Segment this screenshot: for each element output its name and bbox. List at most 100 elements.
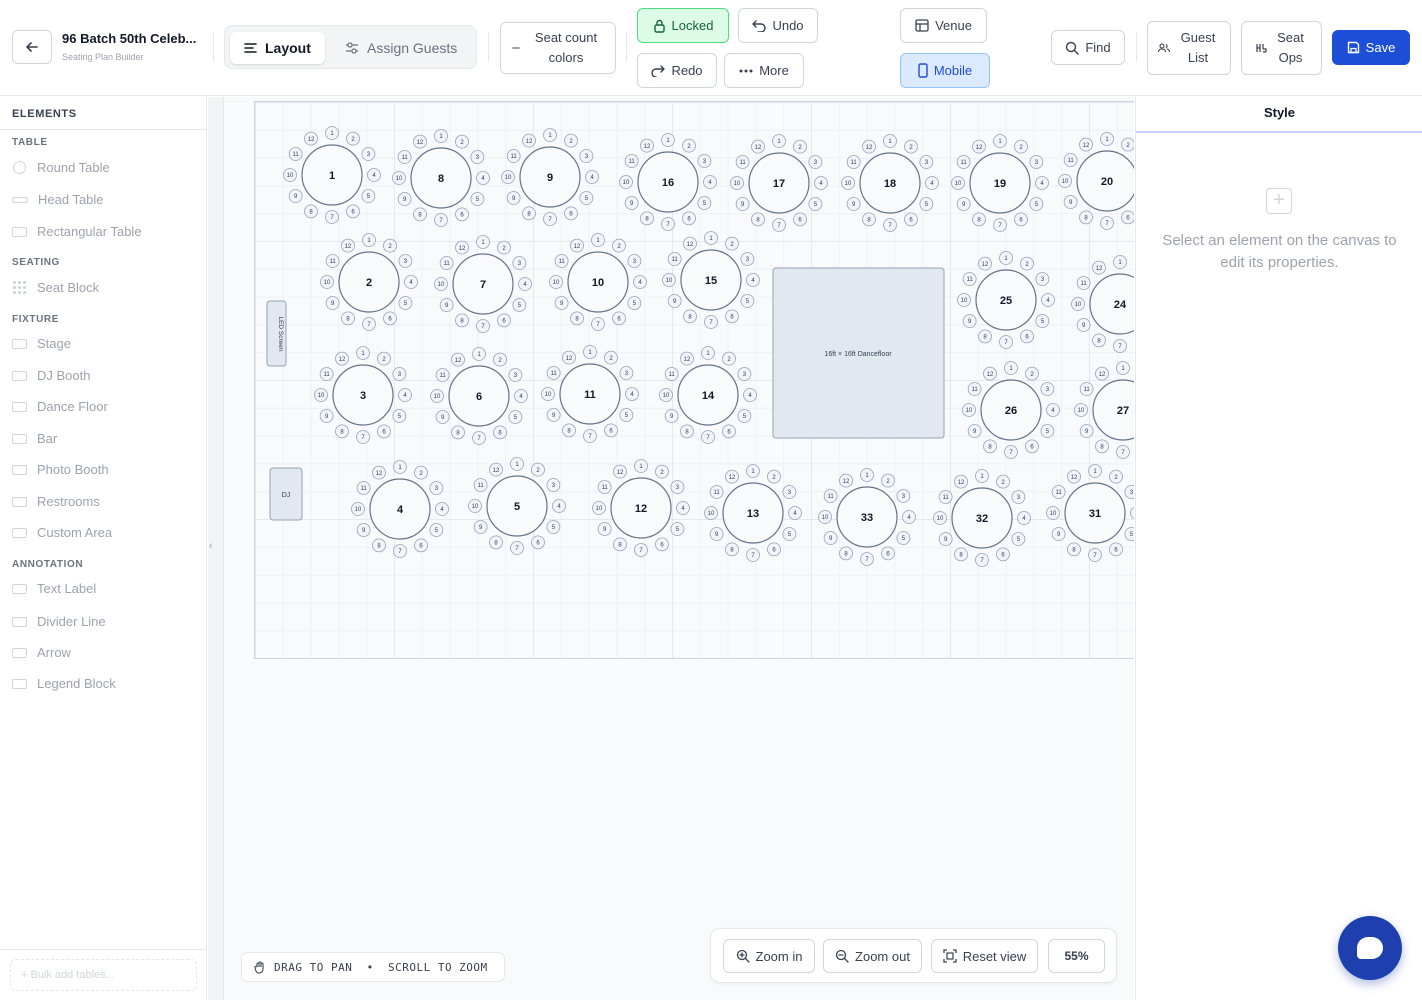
round-table[interactable]: 12345678910111213 bbox=[704, 464, 802, 562]
seat[interactable]: 11 bbox=[664, 367, 679, 381]
seat[interactable]: 9 bbox=[473, 520, 488, 534]
seat[interactable]: 12 bbox=[522, 133, 536, 148]
seat[interactable]: 7 bbox=[583, 429, 597, 443]
seat[interactable]: 3 bbox=[1029, 155, 1044, 169]
seat[interactable]: 5 bbox=[896, 531, 911, 545]
seat[interactable]: 1 bbox=[325, 126, 339, 140]
seat[interactable]: 11 bbox=[667, 252, 682, 266]
seat[interactable]: 4 bbox=[404, 275, 418, 289]
seat[interactable]: 8 bbox=[683, 309, 697, 324]
seat[interactable]: 12 bbox=[680, 351, 694, 366]
seat[interactable]: 6 bbox=[455, 207, 469, 222]
seat[interactable]: 2 bbox=[612, 238, 626, 253]
seat[interactable]: 6 bbox=[1109, 542, 1123, 557]
seat[interactable]: 4 bbox=[367, 168, 381, 182]
seat[interactable]: 5 bbox=[697, 196, 712, 210]
seat[interactable]: 10 bbox=[962, 403, 976, 417]
sidebar-item-dj-booth[interactable]: DJ Booth bbox=[12, 368, 90, 383]
seat[interactable]: 10 bbox=[434, 277, 448, 291]
seat[interactable]: 6 bbox=[722, 424, 736, 439]
seat[interactable]: 3 bbox=[1011, 490, 1026, 504]
seat[interactable]: 8 bbox=[335, 424, 349, 439]
round-table[interactable]: 12345678910111231 bbox=[1046, 464, 1135, 562]
seat[interactable]: 5 bbox=[1029, 197, 1044, 211]
seat[interactable]: 7 bbox=[1113, 339, 1127, 353]
seat[interactable]: 1 bbox=[543, 128, 557, 142]
seat[interactable]: 5 bbox=[737, 409, 752, 423]
seat[interactable]: 10 bbox=[1058, 174, 1072, 188]
seat[interactable]: 7 bbox=[1100, 216, 1114, 230]
seat[interactable]: 5 bbox=[546, 520, 561, 534]
seat[interactable]: 4 bbox=[743, 388, 757, 402]
seat[interactable]: 12 bbox=[683, 236, 697, 251]
seat[interactable]: 10 bbox=[283, 168, 297, 182]
seat[interactable]: 8 bbox=[839, 546, 853, 561]
seat[interactable]: 11 bbox=[624, 154, 639, 168]
seat[interactable]: 6 bbox=[655, 537, 669, 552]
round-table[interactable]: 12345678910111233 bbox=[818, 468, 916, 566]
seat[interactable]: 1 bbox=[1113, 255, 1127, 269]
chevron-left-icon[interactable]: ‹ bbox=[209, 540, 213, 552]
seat[interactable]: 2 bbox=[1025, 366, 1039, 381]
seat[interactable]: 11 bbox=[709, 485, 724, 499]
seat[interactable]: 5 bbox=[1040, 424, 1055, 438]
seat[interactable]: 11 bbox=[1076, 276, 1091, 290]
round-table[interactable]: 1234567891011127 bbox=[434, 235, 532, 333]
seat[interactable]: 6 bbox=[531, 535, 545, 550]
round-table[interactable]: 12345678910111216 bbox=[619, 133, 717, 231]
seat[interactable]: 5 bbox=[579, 191, 594, 205]
seat[interactable]: 10 bbox=[1074, 403, 1088, 417]
seat[interactable]: 1 bbox=[883, 134, 897, 148]
seat[interactable]: 12 bbox=[451, 352, 465, 367]
seat[interactable]: 11 bbox=[554, 254, 569, 268]
seat[interactable]: 2 bbox=[564, 133, 578, 148]
dance-floor[interactable]: 16ft × 16ft Dancefloor bbox=[772, 267, 945, 439]
seat[interactable]: 1 bbox=[1116, 361, 1130, 375]
seat[interactable]: 3 bbox=[782, 485, 797, 499]
sidebar-item-restrooms[interactable]: Restrooms bbox=[12, 494, 100, 509]
seat[interactable]: 1 bbox=[746, 464, 760, 478]
seat[interactable]: 11 bbox=[597, 480, 612, 494]
seat[interactable]: 11 bbox=[962, 272, 977, 286]
seat[interactable]: 5 bbox=[398, 296, 413, 310]
seat[interactable]: 12 bbox=[972, 139, 986, 154]
seat[interactable]: 6 bbox=[377, 424, 391, 439]
round-table[interactable]: 12345678910111211 bbox=[541, 345, 639, 443]
seat[interactable]: 5 bbox=[1011, 532, 1026, 546]
seat[interactable]: 6 bbox=[493, 425, 507, 440]
seat[interactable]: 8 bbox=[304, 204, 318, 219]
seat[interactable]: 6 bbox=[1020, 329, 1034, 344]
seat[interactable]: 4 bbox=[518, 277, 532, 291]
seat[interactable]: 8 bbox=[1079, 210, 1093, 225]
seat[interactable]: 12 bbox=[978, 256, 992, 271]
seat[interactable]: 4 bbox=[1017, 511, 1031, 525]
seat[interactable]: 4 bbox=[703, 175, 717, 189]
seat[interactable]: 11 bbox=[1051, 485, 1066, 499]
seat[interactable]: 6 bbox=[497, 313, 511, 328]
seat[interactable]: 10 bbox=[549, 275, 563, 289]
seat[interactable]: 1 bbox=[993, 134, 1007, 148]
seat[interactable]: 1 bbox=[393, 460, 407, 474]
seat[interactable]: 12 bbox=[489, 462, 503, 477]
seat[interactable]: 6 bbox=[604, 423, 618, 438]
seat[interactable]: 5 bbox=[429, 523, 444, 537]
zoom-out-button[interactable]: Zoom out bbox=[823, 939, 922, 973]
seat[interactable]: 3 bbox=[579, 149, 594, 163]
seat[interactable]: 6 bbox=[346, 204, 360, 219]
seat[interactable]: 7 bbox=[993, 218, 1007, 232]
seat[interactable]: 1 bbox=[701, 346, 715, 360]
seat[interactable]: 11 bbox=[397, 150, 412, 164]
seat[interactable]: 7 bbox=[393, 544, 407, 558]
seat[interactable]: 8 bbox=[725, 542, 739, 557]
sidebar-item-legend-block[interactable]: Legend Block bbox=[12, 676, 116, 691]
seat[interactable]: 4 bbox=[746, 273, 760, 287]
seat[interactable]: 10 bbox=[730, 176, 744, 190]
seat[interactable]: 9 bbox=[938, 532, 953, 546]
sidebar-item-dance-floor[interactable]: Dance Floor bbox=[12, 399, 108, 414]
seat[interactable]: 12 bbox=[751, 139, 765, 154]
seat[interactable]: 3 bbox=[1035, 272, 1050, 286]
round-table[interactable]: 12345678910111214 bbox=[659, 346, 757, 444]
seat[interactable]: 3 bbox=[896, 489, 911, 503]
sidebar-item-stage[interactable]: Stage bbox=[12, 336, 71, 351]
seat[interactable]: 1 bbox=[661, 133, 675, 147]
